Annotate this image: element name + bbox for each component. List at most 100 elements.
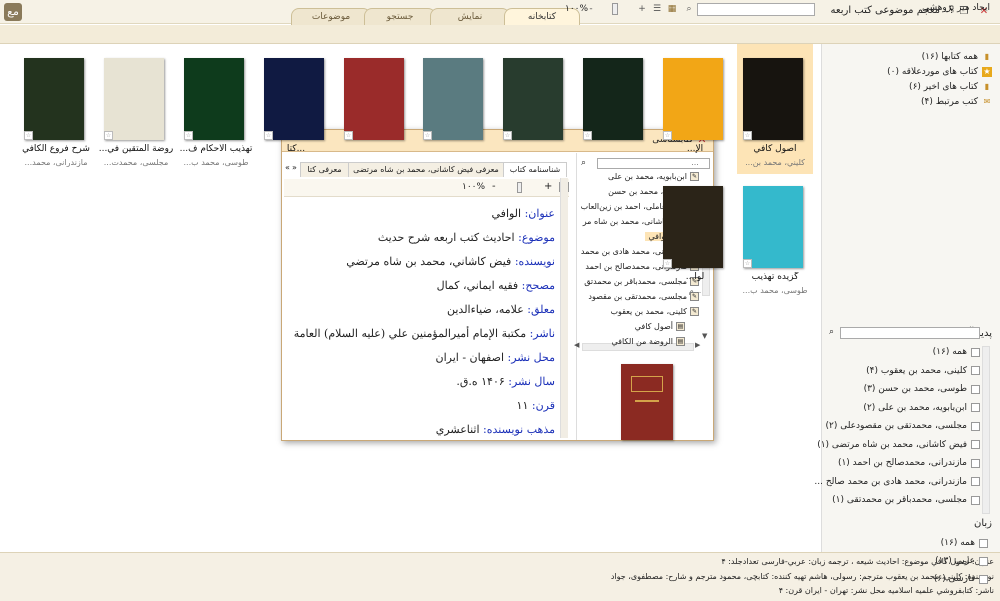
facet-author-item[interactable]: مجلسی، محمدتقی بن مقصودعلی (۲) xyxy=(825,421,980,431)
book-author: مازندرانی، محمد... xyxy=(24,158,88,167)
book-field: عنوان: الوافي xyxy=(492,207,555,220)
favorite-star-icon[interactable]: ☆ xyxy=(743,259,752,268)
facet-checkbox[interactable] xyxy=(971,347,980,357)
facet-checkbox[interactable] xyxy=(971,403,980,412)
facet-checkbox[interactable] xyxy=(979,538,988,548)
nav-favorites[interactable]: ★ کتاب های موردعلاقه (۰) xyxy=(887,67,992,77)
facet-author-item[interactable]: کلینی، محمد بن یعقوب (۴) xyxy=(866,366,980,376)
tree-item[interactable]: ✎ کلینی، محمد بن یعقوب xyxy=(610,307,699,316)
book-author: طوسی، محمد ب... xyxy=(183,158,249,167)
book-author: ... xyxy=(691,158,699,167)
book-cover[interactable] xyxy=(423,58,483,140)
book-icon: ▤ xyxy=(676,337,685,346)
zoom-out-button[interactable]: - xyxy=(492,181,496,192)
facet-language-item[interactable]: عربی (۱۳) xyxy=(935,556,988,566)
grid-view-icon[interactable]: ▦ xyxy=(666,3,678,15)
facet-checkbox[interactable] xyxy=(971,477,980,486)
facet-checkbox[interactable] xyxy=(971,366,980,375)
book-cover[interactable] xyxy=(663,58,723,140)
book-title: الإ... xyxy=(686,144,704,154)
nav-related[interactable]: ✉ کتب مرتبط (۴) xyxy=(921,97,992,107)
book-card[interactable]: ☆ شرح فروع الكافي مازندرانی، محمد... xyxy=(18,44,94,174)
book-cover[interactable] xyxy=(583,58,643,140)
search-input[interactable] xyxy=(697,3,815,16)
zoom-in-button[interactable]: + xyxy=(636,3,648,15)
book-cover[interactable] xyxy=(344,58,404,140)
facet-language-item[interactable]: فارسی (۶) xyxy=(934,574,988,584)
search-icon[interactable]: ⌕ xyxy=(683,3,695,15)
list-view-icon[interactable]: ☰ xyxy=(651,3,663,15)
favorite-star-icon[interactable]: ☆ xyxy=(264,131,273,140)
book-field: محل نشر: اصفهان - ايران xyxy=(436,351,555,364)
facet-language-item[interactable]: همه (۱۶) xyxy=(941,538,988,548)
book-cover[interactable] xyxy=(264,58,324,140)
book-card[interactable]: ☆ xyxy=(497,44,573,174)
facet-label: همه (۱۶) xyxy=(940,538,975,548)
zoom-slider[interactable] xyxy=(612,3,618,15)
favorite-star-icon[interactable]: ☆ xyxy=(663,259,672,268)
nav-recent[interactable]: ▮ کتاب های اخیر (۶) xyxy=(909,82,992,92)
book-card[interactable]: ☆ xyxy=(338,44,414,174)
book-card[interactable]: ☆ الإ...... xyxy=(657,44,733,174)
book-card[interactable]: ☆ ...کتا xyxy=(258,44,334,174)
zoom-in-button[interactable]: + xyxy=(544,181,552,192)
details-scrollbar[interactable] xyxy=(560,178,568,438)
facet-author-item[interactable]: مازندرانی، محمد هادی بن محمد صالح ... xyxy=(814,477,980,487)
facet-checkbox[interactable] xyxy=(971,495,980,505)
nav-all-books[interactable]: ▮ همه کتابها (۱۶) xyxy=(922,52,992,62)
book-cover[interactable] xyxy=(743,186,803,268)
tab-topics[interactable]: موضوعات xyxy=(291,8,371,25)
favorite-star-icon[interactable]: ☆ xyxy=(423,131,432,140)
facet-search-icon[interactable]: ⌕ xyxy=(829,327,834,337)
book-cover[interactable] xyxy=(104,58,164,140)
book-cover[interactable] xyxy=(503,58,563,140)
favorite-star-icon[interactable]: ☆ xyxy=(663,131,672,140)
zoom-slider[interactable] xyxy=(517,182,522,193)
favorite-star-icon[interactable]: ☆ xyxy=(743,131,752,140)
facet-checkbox[interactable] xyxy=(979,556,988,566)
facet-checkbox[interactable] xyxy=(971,421,980,431)
book-card[interactable]: ☆ xyxy=(577,44,653,174)
book-cover[interactable] xyxy=(24,58,84,140)
favorite-star-icon[interactable]: ☆ xyxy=(344,131,353,140)
book-title: أصول كافي xyxy=(753,144,797,154)
create-research-desk-button[interactable]: ایجاد میز پژوهشی xyxy=(922,3,990,13)
favorite-star-icon[interactable]: ☆ xyxy=(104,131,113,140)
book-cover[interactable] xyxy=(663,186,723,268)
tree-item[interactable]: ▤ الروضة من الكافي xyxy=(612,337,685,346)
book-cover[interactable] xyxy=(743,58,803,140)
facet-author-item[interactable]: ابن‌بابویه، محمد بن علی (۲) xyxy=(863,403,980,413)
field-value: ۱۴۰۶ ه.ق. xyxy=(456,375,509,388)
tree-item[interactable]: ▤ أصول كافي xyxy=(635,322,685,331)
tab-search[interactable]: جستجو xyxy=(364,8,436,25)
facet-author-item[interactable]: همه (۱۶) xyxy=(933,347,980,357)
book-cover[interactable] xyxy=(184,58,244,140)
facet-checkbox[interactable] xyxy=(979,574,988,584)
facet-scrollbar[interactable] xyxy=(982,346,990,514)
facet-author-item[interactable]: طوسی، محمد بن حسن (۳) xyxy=(864,384,980,394)
books-icon: ▮ xyxy=(984,52,990,61)
book-author: طوسی، محمد ب... xyxy=(742,286,808,295)
facet-checkbox[interactable] xyxy=(971,440,980,449)
facet-author-item[interactable]: مازندرانی، محمدصالح بن احمد (۱) xyxy=(838,458,980,468)
facet-author-item[interactable]: فیض کاشانی، محمد بن شاه مرتضی (۱) xyxy=(817,440,980,450)
book-card[interactable]: ☆ تهذيب الأحكام ف... طوسی، محمد ب... xyxy=(178,44,254,174)
scroll-right-icon[interactable]: ▶ xyxy=(695,341,700,349)
facet-checkbox[interactable] xyxy=(971,458,980,468)
book-card[interactable]: ☆ روضة المتقين في... مجلسی، محمدت... xyxy=(98,44,174,174)
book-card[interactable]: ☆ لوا... ...م xyxy=(657,172,733,302)
favorite-star-icon[interactable]: ☆ xyxy=(184,131,193,140)
facet-author-item[interactable]: مجلسی، محمدباقر بن محمدتقی (۱) xyxy=(832,495,980,505)
facet-search-input[interactable] xyxy=(840,327,980,339)
facet-checkbox[interactable] xyxy=(971,384,980,394)
scroll-down-icon[interactable]: ▼ xyxy=(702,332,707,340)
book-card[interactable]: ☆ أصول كافي كليني، محمد بن... xyxy=(737,44,813,174)
book-card[interactable]: ☆ xyxy=(417,44,493,174)
favorite-star-icon[interactable]: ☆ xyxy=(583,131,592,140)
recent-icon: ▮ xyxy=(984,82,990,91)
favorite-star-icon[interactable]: ☆ xyxy=(503,131,512,140)
favorite-star-icon[interactable]: ☆ xyxy=(24,131,33,140)
tab-display[interactable]: نمایش xyxy=(430,8,510,25)
scroll-left-icon[interactable]: ◀ xyxy=(574,341,579,349)
book-card[interactable]: ☆ گزیده تهذیب طوسی، محمد ب... xyxy=(737,172,813,302)
